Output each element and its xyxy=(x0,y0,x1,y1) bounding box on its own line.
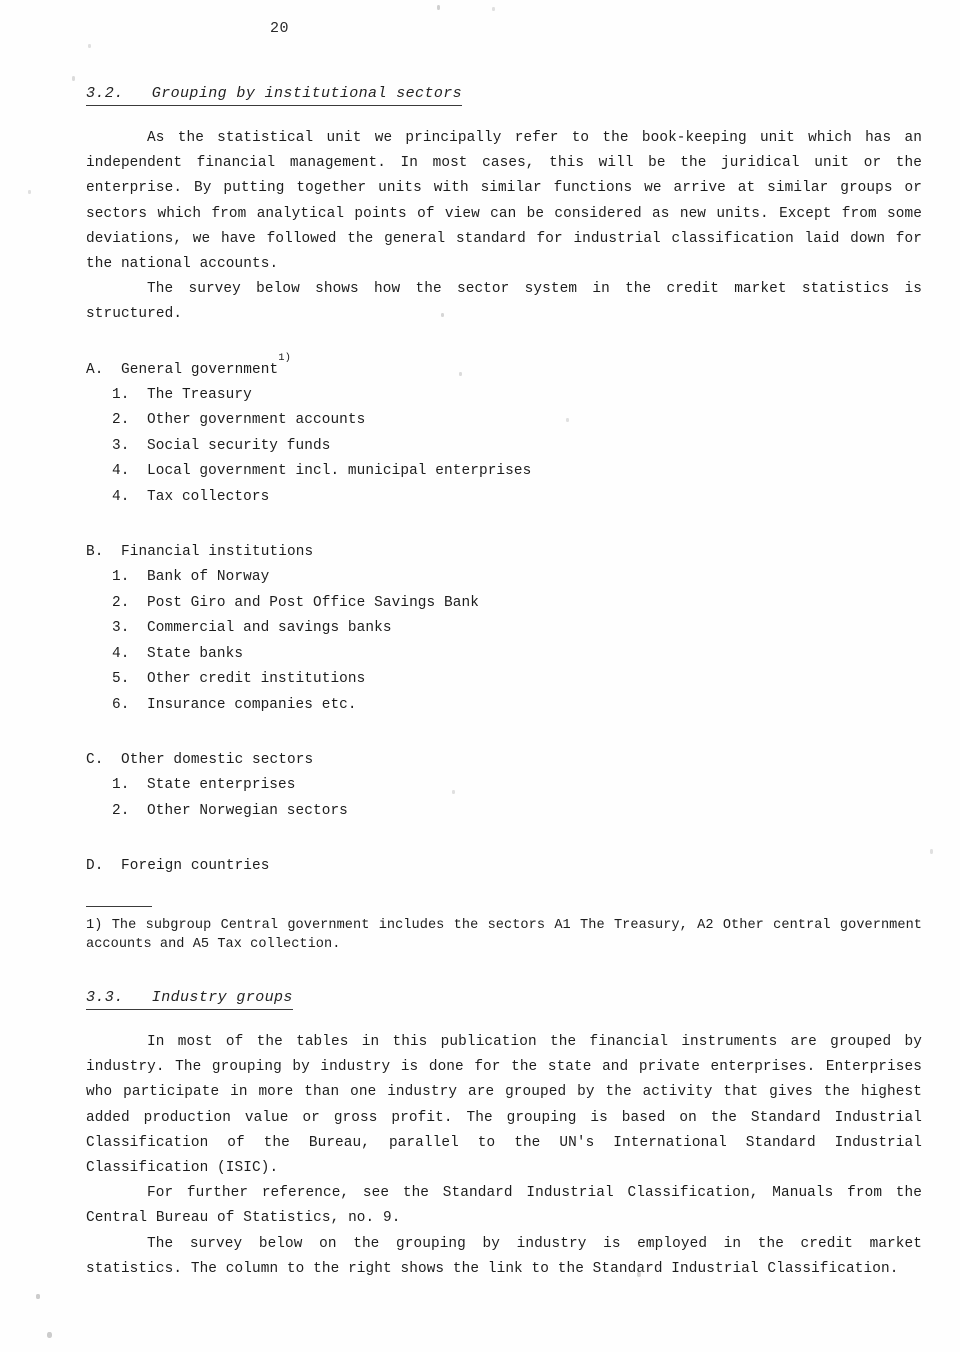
list-item-number: 3. xyxy=(112,620,130,637)
sector-group-d: D. Foreign countries xyxy=(86,854,922,879)
paragraph-industry-1: In most of the tables in this publicatio… xyxy=(86,1034,922,1177)
list-item: 5. Other credit institutions xyxy=(86,667,922,692)
sector-group-b: B. Financial institutions 1. Bank of Nor… xyxy=(86,540,922,718)
scan-speck xyxy=(47,1332,52,1338)
scan-speck xyxy=(72,76,75,81)
sector-group-d-header: D. Foreign countries xyxy=(86,854,922,879)
list-item-label: State banks xyxy=(147,645,244,662)
sector-group-c-title: Other domestic sectors xyxy=(121,751,314,768)
scan-speck xyxy=(930,849,933,854)
list-item: 1. The Treasury xyxy=(86,383,922,408)
sector-group-d-letter: D. xyxy=(86,858,104,875)
list-item-number: 5. xyxy=(112,671,130,688)
list-item-label: Other Norwegian sectors xyxy=(147,802,348,819)
sector-group-b-letter: B. xyxy=(86,544,104,561)
paragraph-institutional-intro: As the statistical unit we principally r… xyxy=(86,130,922,273)
sector-group-a-title: General government xyxy=(121,361,279,378)
list-item-label: Local government incl. municipal enterpr… xyxy=(147,463,532,480)
list-item-number: 1. xyxy=(112,569,130,586)
footnote-block: 1) The subgroup Central government inclu… xyxy=(86,905,922,955)
list-item: 6. Insurance companies etc. xyxy=(86,693,922,718)
list-item-number: 2. xyxy=(112,412,130,429)
sector-group-a: A. General government 1) 1. The Treasury … xyxy=(86,351,922,510)
list-item: 2. Post Giro and Post Office Savings Ban… xyxy=(86,591,922,616)
sector-group-c-header: C. Other domestic sectors xyxy=(86,748,922,773)
list-item-number: 6. xyxy=(112,696,130,713)
section-heading-industry: 3.3. Industry groups xyxy=(86,989,293,1011)
scan-speck xyxy=(88,44,91,48)
list-item-label: Other credit institutions xyxy=(147,671,366,688)
scan-speck xyxy=(28,190,31,194)
list-item-label: Bank of Norway xyxy=(147,569,270,586)
text-column: 3.2. Grouping by institutional sectors A… xyxy=(86,84,922,1282)
paragraph-industry-3: The survey below on the grouping by indu… xyxy=(86,1235,922,1277)
list-item-number: 1. xyxy=(112,387,130,404)
footnote-marker-1: 1) xyxy=(278,351,292,364)
sector-group-b-title: Financial institutions xyxy=(121,544,314,561)
list-item: 4. State banks xyxy=(86,642,922,667)
scan-speck xyxy=(437,5,440,10)
list-item-number: 4. xyxy=(112,463,130,480)
sector-group-a-letter: A. xyxy=(86,361,104,378)
list-item-label: Other government accounts xyxy=(147,412,366,429)
page-number: 20 xyxy=(270,20,290,37)
list-item: 4. Local government incl. municipal ente… xyxy=(86,459,922,484)
list-item: 1. Bank of Norway xyxy=(86,565,922,590)
paragraph-institutional-survey: The survey below shows how the sector sy… xyxy=(86,281,922,323)
section-heading-industry-row: 3.3. Industry groups xyxy=(86,988,922,1011)
sector-group-d-title: Foreign countries xyxy=(121,858,270,875)
footnote-text: 1) The subgroup Central government inclu… xyxy=(86,918,922,953)
list-item: 2. Other government accounts xyxy=(86,408,922,433)
list-item: 3. Social security funds xyxy=(86,434,922,459)
list-item-number: 4. xyxy=(112,645,130,662)
list-item-label: The Treasury xyxy=(147,387,252,404)
list-item-label: Social security funds xyxy=(147,437,331,454)
section-heading-institutional: 3.2. Grouping by institutional sectors xyxy=(86,85,463,106)
list-item-number: 3. xyxy=(112,437,130,454)
sector-group-c-letter: C. xyxy=(86,751,104,768)
scan-speck xyxy=(492,7,495,11)
list-item-label: Tax collectors xyxy=(147,488,270,505)
list-item-number: 4. xyxy=(112,488,130,505)
list-item: 1. State enterprises xyxy=(86,773,922,798)
document-page: 20 3.2. Grouping by institutional sector… xyxy=(0,0,960,1352)
list-item-number: 2. xyxy=(112,802,130,819)
footnote-separator-rule xyxy=(86,905,152,908)
list-item-number: 1. xyxy=(112,777,130,794)
list-item-label: State enterprises xyxy=(147,777,296,794)
list-item: 4. Tax collectors xyxy=(86,485,922,510)
sector-group-b-header: B. Financial institutions xyxy=(86,540,922,565)
list-item-label: Post Giro and Post Office Savings Bank xyxy=(147,594,479,611)
list-item: 3. Commercial and savings banks xyxy=(86,616,922,641)
sector-group-c: C. Other domestic sectors 1. State enter… xyxy=(86,748,922,824)
list-item: 2. Other Norwegian sectors xyxy=(86,799,922,824)
list-item-label: Commercial and savings banks xyxy=(147,620,392,637)
list-item-number: 2. xyxy=(112,594,130,611)
sector-group-a-header: A. General government 1) xyxy=(86,351,922,383)
section-heading-institutional-row: 3.2. Grouping by institutional sectors xyxy=(86,84,922,106)
paragraph-industry-2: For further reference, see the Standard … xyxy=(86,1185,922,1227)
list-item-label: Insurance companies etc. xyxy=(147,696,357,713)
scan-speck xyxy=(36,1294,40,1299)
